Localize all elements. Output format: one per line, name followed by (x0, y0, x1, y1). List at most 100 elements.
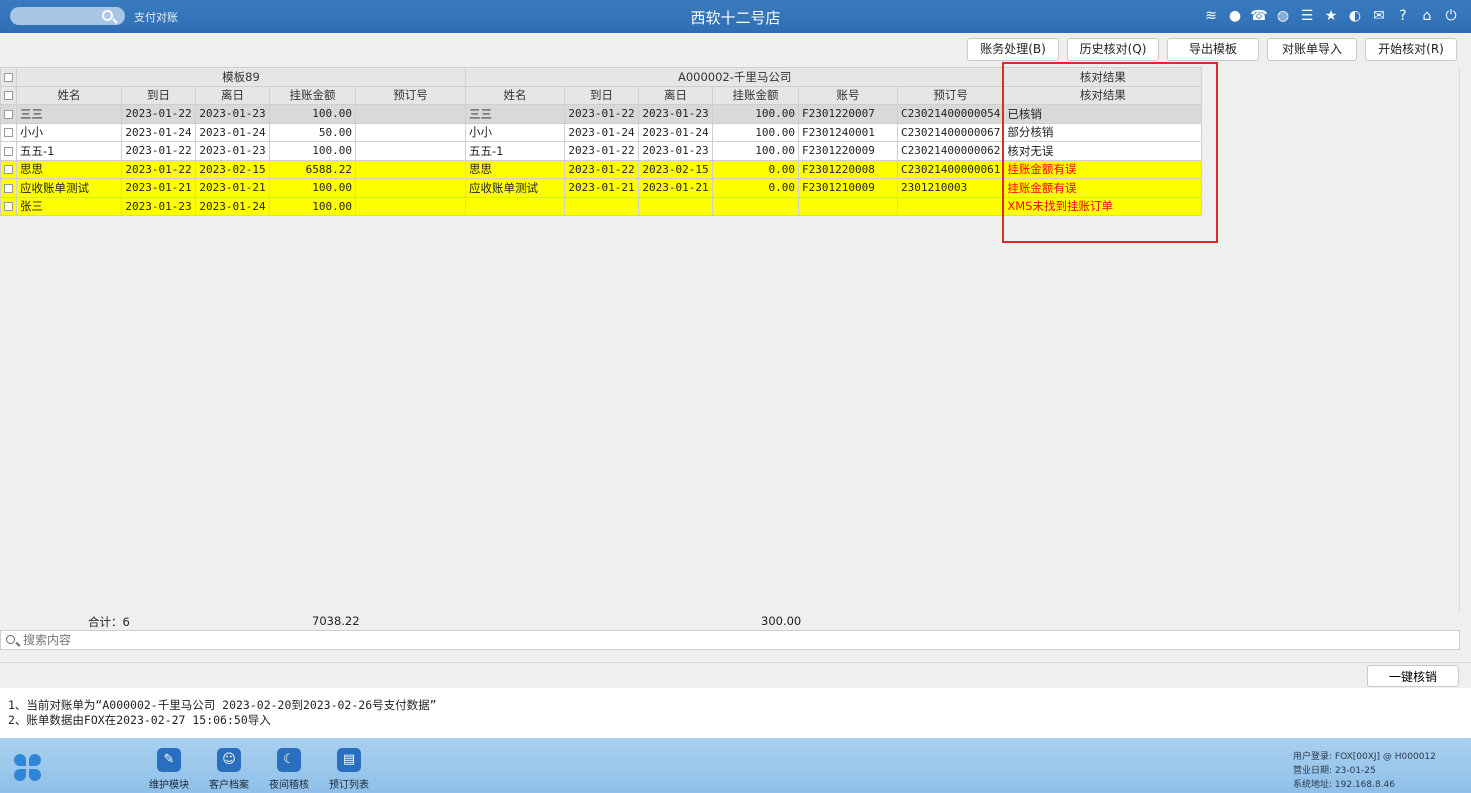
status-business-date: 营业日期: 23-01-25 (1293, 766, 1376, 776)
module-title: 支付对账 (134, 11, 178, 24)
history-check-button[interactable]: 历史核对(Q) (1067, 38, 1159, 61)
table-row[interactable]: 五五-1 2023-01-22 2023-01-23 100.00 五五-1 2023-0… (0, 141, 1203, 161)
cell-r-arr: 2023-01-24 (564, 122, 639, 142)
home-icon[interactable]: ⌂ (1417, 7, 1437, 25)
chat-icon[interactable]: ● (1225, 7, 1245, 25)
col-header[interactable]: 到日 (564, 85, 639, 105)
cell-r-name: 五五-1 (465, 141, 565, 161)
cell-r-dep (638, 196, 713, 216)
cell-result: 核对无误 (1003, 141, 1203, 161)
status-user: 用户登录: FOX[00XJ] @ H000012 (1293, 752, 1436, 762)
dock-night-audit[interactable]: ☾ 夜间稽核 (259, 748, 319, 791)
table-row[interactable]: 小小 2023-01-24 2023-01-24 50.00 小小 2023-01-24 2… (0, 122, 1203, 142)
cell-r-name: 应收账单测试 (465, 178, 565, 198)
cell-r-name: 小小 (465, 122, 565, 142)
import-statement-button[interactable]: 对账单导入 (1267, 38, 1357, 61)
table-row[interactable]: 应收账单测试 2023-01-21 2023-01-21 100.00 应收账单测试 20… (0, 178, 1203, 198)
cell-l-resv (355, 178, 466, 198)
col-header[interactable]: 到日 (121, 85, 196, 105)
cell-r-arr: 2023-01-22 (564, 141, 639, 161)
cell-r-acct (798, 196, 898, 216)
col-header[interactable]: 预订号 (355, 85, 466, 105)
content-search-input[interactable] (23, 632, 1423, 648)
cell-r-resv: C23021400000061 (896, 159, 1005, 179)
cell-l-amt: 100.00 (269, 178, 356, 198)
row-checkbox[interactable] (0, 122, 17, 142)
group-header-left: 模板89 (16, 67, 466, 87)
col-header[interactable]: 核对结果 (1003, 85, 1203, 105)
row-checkbox[interactable] (0, 104, 17, 124)
cell-result: 挂账金额有误 (1003, 159, 1203, 179)
col-header[interactable]: 账号 (798, 85, 898, 105)
cell-r-resv (896, 196, 1005, 216)
row-checkbox[interactable] (0, 159, 17, 179)
global-search-input[interactable] (10, 7, 125, 25)
cell-r-amt: 100.00 (712, 104, 799, 124)
app-logo-icon[interactable] (14, 754, 42, 782)
cell-r-dep: 2023-01-23 (638, 141, 713, 161)
cell-l-resv (355, 141, 466, 161)
table-row[interactable]: 张三 2023-01-23 2023-01-24 100.00 XMS未找到挂账订单 (0, 196, 1203, 216)
moon-icon: ☾ (277, 748, 301, 772)
export-template-button[interactable]: 导出模板 (1167, 38, 1259, 61)
search-icon (6, 635, 15, 644)
cell-l-name: 思思 (16, 159, 122, 179)
wifi-icon[interactable]: ≋ (1201, 7, 1221, 25)
theme-icon[interactable]: ◐ (1345, 7, 1365, 25)
cell-l-amt: 100.00 (269, 196, 356, 216)
cell-l-dep: 2023-01-24 (195, 196, 270, 216)
cell-r-dep: 2023-01-21 (638, 178, 713, 198)
divider (0, 662, 1471, 663)
start-check-button[interactable]: 开始核对(R) (1365, 38, 1457, 61)
one-key-writeoff-button[interactable]: 一键核销 (1367, 665, 1459, 687)
cell-r-amt: 0.00 (712, 178, 799, 198)
cell-l-dep: 2023-01-21 (195, 178, 270, 198)
cell-l-amt: 6588.22 (269, 159, 356, 179)
star-icon[interactable]: ★ (1321, 7, 1341, 25)
search-icon[interactable] (102, 10, 113, 21)
dock-reservation-list[interactable]: ▤ 预订列表 (319, 748, 379, 791)
group-header-result: 核对结果 (1003, 67, 1203, 87)
list-icon: ▤ (337, 748, 361, 772)
phone-icon[interactable]: ☎ (1249, 7, 1269, 25)
bottom-dock: ✎ 维护模块 ☺ 客户档案 ☾ 夜间稽核 ▤ 预订列表 用户登录: FOX[00… (0, 738, 1471, 793)
help-icon[interactable]: ? (1393, 7, 1413, 25)
row-checkbox[interactable] (0, 141, 17, 161)
menu-icon[interactable]: ☰ (1297, 7, 1317, 25)
col-header[interactable]: 预订号 (896, 85, 1005, 105)
cell-result: XMS未找到挂账订单 (1003, 196, 1203, 216)
cell-l-name: 张三 (16, 196, 122, 216)
col-header[interactable]: 姓名 (16, 85, 122, 105)
wrench-icon: ✎ (157, 748, 181, 772)
account-processing-button[interactable]: 账务处理(B) (967, 38, 1059, 61)
cell-l-name: 三三 (16, 104, 122, 124)
cell-l-dep: 2023-01-24 (195, 122, 270, 142)
cell-l-name: 五五-1 (16, 141, 122, 161)
col-header[interactable]: 挂账金额 (712, 85, 799, 105)
cell-r-arr (564, 196, 639, 216)
table-row[interactable]: 三三 2023-01-22 2023-01-23 100.00 三三 2023-01-22… (0, 104, 1203, 124)
dock-label: 客户档案 (209, 780, 249, 791)
cell-r-acct: F2301220007 (798, 104, 898, 124)
power-icon[interactable]: ⏻ (1441, 7, 1461, 25)
header-checkbox[interactable] (0, 85, 17, 105)
mail-icon[interactable]: ✉ (1369, 7, 1389, 25)
cell-result: 部分核销 (1003, 122, 1203, 142)
row-checkbox[interactable] (0, 196, 17, 216)
col-header[interactable]: 姓名 (465, 85, 565, 105)
row-checkbox[interactable] (0, 178, 17, 198)
cell-r-arr: 2023-01-22 (564, 104, 639, 124)
dock-customer-profile[interactable]: ☺ 客户档案 (199, 748, 259, 791)
col-header[interactable]: 离日 (195, 85, 270, 105)
dock-maintenance[interactable]: ✎ 维护模块 (139, 748, 199, 791)
palette-icon[interactable]: ◍ (1273, 7, 1293, 25)
dock-label: 夜间稽核 (269, 780, 309, 791)
col-header[interactable]: 挂账金额 (269, 85, 356, 105)
table-row[interactable]: 思思 2023-01-22 2023-02-15 6588.22 思思 2023-01-2… (0, 159, 1203, 179)
cell-l-name: 小小 (16, 122, 122, 142)
select-all-checkbox[interactable] (0, 67, 17, 87)
cell-l-resv (355, 196, 466, 216)
cell-l-arr: 2023-01-22 (121, 141, 196, 161)
col-header[interactable]: 离日 (638, 85, 713, 105)
cell-l-arr: 2023-01-23 (121, 196, 196, 216)
